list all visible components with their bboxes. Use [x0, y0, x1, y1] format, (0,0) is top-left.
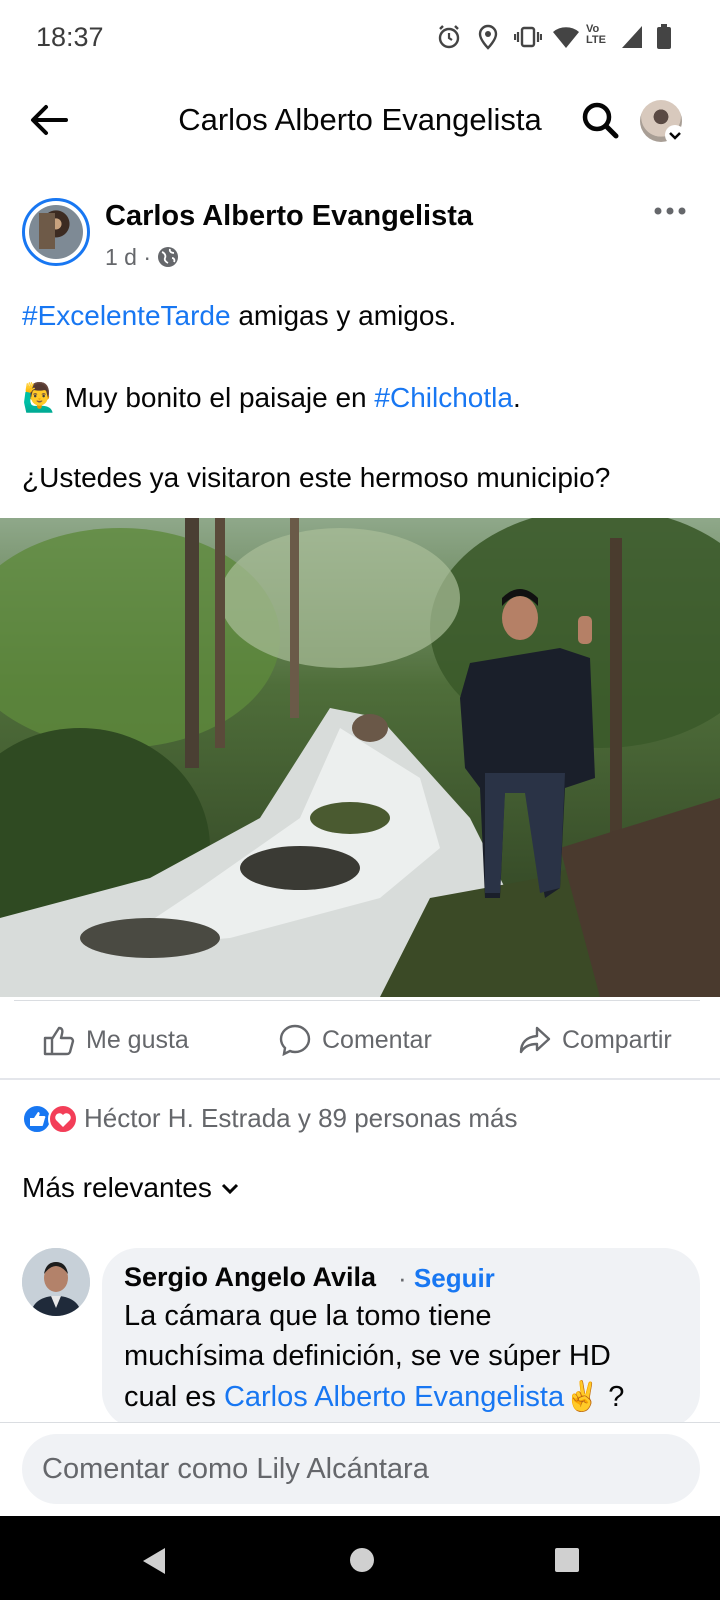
like-button[interactable]: Me gusta — [42, 1016, 189, 1064]
victory-hand-emoji: ✌️ — [564, 1381, 601, 1413]
commenter-name[interactable]: Sergio Angelo Avila — [124, 1262, 376, 1293]
reaction-icons[interactable] — [22, 1104, 78, 1134]
status-bar: 18:37 Vo LTE — [0, 0, 720, 78]
follow-area: · Seguir — [398, 1263, 495, 1294]
comment-text-line-1: La cámara que la tomo tiene — [124, 1300, 492, 1332]
post-text-segment: Muy bonito el paisaje en — [56, 382, 375, 413]
nav-home-icon[interactable] — [348, 1546, 376, 1574]
nav-recents-icon[interactable] — [554, 1547, 580, 1573]
comment-bubble-icon — [279, 1024, 311, 1057]
signal-icon — [622, 26, 642, 48]
sort-label: Más relevantes — [22, 1172, 212, 1203]
post-text-line-3: ¿Ustedes ya visitaron este hermoso munic… — [22, 462, 611, 493]
post-text-segment: . — [512, 382, 521, 413]
mention-link[interactable]: Carlos Alberto Evangelista — [224, 1381, 564, 1413]
post-photo[interactable] — [0, 518, 720, 997]
volte-text: Vo LTE — [586, 23, 606, 46]
divider — [14, 1000, 700, 1001]
battery-icon — [657, 24, 671, 49]
search-button[interactable] — [580, 100, 620, 140]
post-meta: 1 d · — [105, 244, 179, 271]
more-icon — [654, 207, 686, 215]
wifi-icon — [553, 27, 579, 48]
alarm-icon — [438, 25, 460, 49]
commenter-avatar[interactable] — [22, 1248, 90, 1316]
globe-icon — [158, 247, 179, 267]
arrow-left-icon — [31, 105, 68, 135]
love-reaction-icon — [48, 1104, 78, 1134]
search-icon — [582, 102, 619, 139]
like-label: Me gusta — [86, 1025, 189, 1054]
author-avatar[interactable] — [22, 198, 90, 266]
chevron-down-icon — [221, 1183, 238, 1195]
comment-input[interactable] — [22, 1434, 700, 1504]
avatar-background — [39, 213, 55, 249]
meta-separator: · — [136, 244, 158, 270]
hashtag-link[interactable]: #ExcelenteTarde — [22, 300, 231, 331]
author-name[interactable]: Carlos Alberto Evangelista — [105, 200, 473, 233]
share-label: Compartir — [562, 1025, 672, 1054]
comment-sort-dropdown[interactable]: Más relevantes — [22, 1172, 242, 1204]
share-button[interactable]: Compartir — [518, 1016, 672, 1064]
comment-button[interactable]: Comentar — [278, 1016, 432, 1064]
share-arrow-icon — [519, 1026, 551, 1054]
more-options-button[interactable] — [652, 198, 688, 224]
comment-text-line-3: cual es Carlos Alberto Evangelista✌️ ? — [124, 1380, 624, 1414]
nav-back-icon[interactable] — [140, 1546, 168, 1576]
system-nav-bar — [0, 1516, 720, 1600]
raising-hand-emoji: 🙋‍♂️ — [22, 382, 57, 413]
page-title: Carlos Alberto Evangelista — [178, 102, 542, 137]
post-text-segment: amigas y amigos. — [230, 300, 457, 331]
reactions-summary[interactable]: Héctor H. Estrada y 89 personas más — [84, 1103, 518, 1134]
post-time[interactable]: 1 d — [105, 244, 137, 270]
chevron-down-icon — [665, 125, 685, 145]
back-button[interactable] — [26, 98, 70, 142]
follow-separator: · — [398, 1263, 414, 1293]
follow-button[interactable]: Seguir — [414, 1263, 495, 1293]
divider — [0, 1078, 720, 1080]
hashtag-link[interactable]: #Chilchotla — [374, 382, 513, 413]
commenter-photo — [22, 1248, 90, 1316]
thumbs-up-icon — [43, 1026, 75, 1056]
location-icon — [478, 24, 498, 50]
comment-label: Comentar — [322, 1025, 432, 1054]
profile-menu-button[interactable] — [640, 100, 688, 148]
comment-text-segment: ? — [600, 1381, 625, 1413]
comment-text-line-2: muchísima definición, se ve súper HD — [124, 1340, 611, 1372]
comment-text-segment: cual es — [124, 1381, 224, 1413]
vibrate-icon — [514, 26, 542, 48]
post-text-line-1: #ExcelenteTarde amigas y amigos. — [22, 300, 456, 332]
status-time: 18:37 — [36, 22, 104, 52]
post-text-line-2: 🙋‍♂️ Muy bonito el paisaje en #Chilchotl… — [22, 381, 521, 414]
volte-icon: Vo LTE — [586, 24, 612, 46]
